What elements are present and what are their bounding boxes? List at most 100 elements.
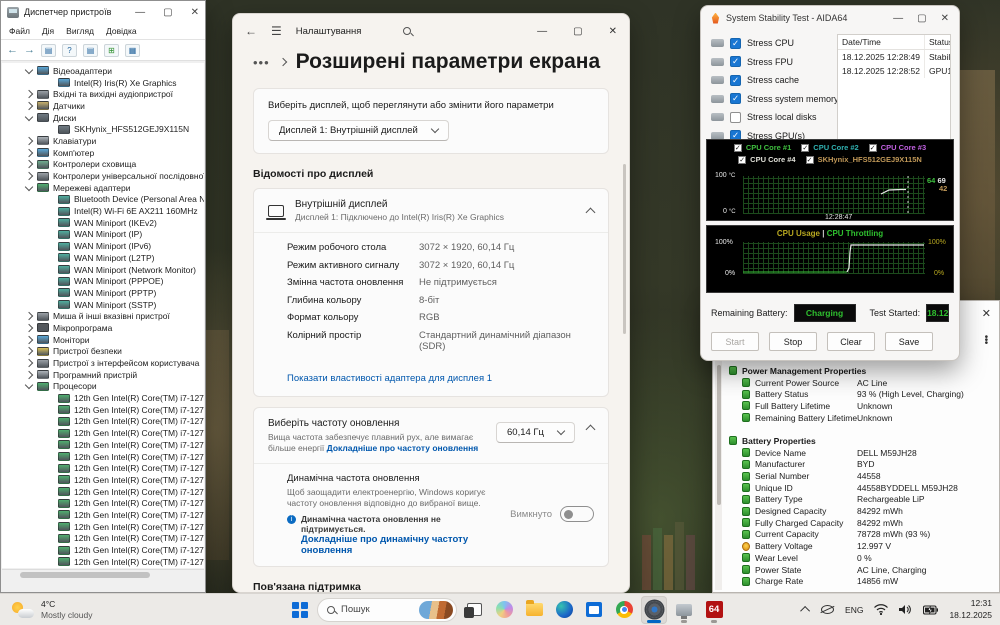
property-row[interactable]: Remaining Battery Lifetime Unknown: [729, 412, 969, 424]
stress-option[interactable]: ✓ Stress system memory: [711, 90, 839, 109]
checkbox-checked-icon[interactable]: ✓: [730, 93, 741, 105]
menu-item-вигляд[interactable]: Вигляд: [66, 26, 94, 36]
legend-item[interactable]: ✓ CPU Core #1: [733, 143, 791, 152]
tree-chevron-icon[interactable]: [24, 358, 34, 368]
tree-chevron-icon[interactable]: [24, 182, 34, 191]
tree-item[interactable]: WAN Miniport (SSTP): [2, 299, 204, 311]
tree-chevron-icon[interactable]: [24, 171, 34, 181]
tree-chevron-icon[interactable]: [24, 381, 34, 390]
property-row[interactable]: Current Power Source AC Line: [729, 377, 969, 389]
tree-item[interactable]: WAN Miniport (L2TP): [2, 252, 204, 264]
property-row[interactable]: Battery Voltage 12.997 V: [729, 540, 969, 552]
tree-item[interactable]: 12th Gen Intel(R) Core(TM) i7-12700H: [2, 509, 204, 521]
legend-item[interactable]: ✓ CPU Core #3: [868, 143, 926, 152]
volume-icon[interactable]: [899, 604, 912, 615]
tree-item[interactable]: 12th Gen Intel(R) Core(TM) i7-12700H: [2, 544, 204, 556]
tree-item[interactable]: 12th Gen Intel(R) Core(TM) i7-12700H: [2, 486, 204, 498]
tree-chevron-icon[interactable]: [24, 148, 34, 157]
dynamic-refresh-toggle[interactable]: [560, 506, 594, 523]
property-row[interactable]: Battery Status 93 % (High Level, Charging…: [729, 388, 969, 400]
checkbox-checked-icon[interactable]: ✓: [868, 143, 877, 152]
chevron-up-icon[interactable]: [585, 424, 596, 435]
help-icon[interactable]: ?: [62, 43, 77, 57]
edge-button[interactable]: [551, 596, 577, 624]
tree-item[interactable]: WAN Miniport (PPPOE): [2, 275, 204, 287]
tree-item[interactable]: 12th Gen Intel(R) Core(TM) i7-12700H: [2, 497, 204, 509]
property-row[interactable]: Battery Type Rechargeable LiP: [729, 494, 969, 506]
clock[interactable]: 12:31 18.12.2025: [949, 598, 992, 620]
tree-item[interactable]: 12th Gen Intel(R) Core(TM) i7-12700H: [2, 462, 204, 474]
forward-icon[interactable]: →: [24, 44, 35, 56]
tree-item[interactable]: 12th Gen Intel(R) Core(TM) i7-12700H: [2, 416, 204, 428]
stress-option[interactable]: ✓ Stress cache: [711, 71, 829, 90]
tree-chevron-icon[interactable]: [24, 323, 34, 333]
search-icon[interactable]: [403, 27, 412, 35]
stress-option[interactable]: Stress local disks: [711, 108, 829, 127]
checkbox-unchecked-icon[interactable]: [730, 111, 741, 123]
tree-chevron-icon[interactable]: [24, 65, 34, 75]
checkbox-checked-icon[interactable]: ✓: [805, 155, 814, 164]
tree-item[interactable]: WAN Miniport (Network Monitor): [2, 264, 204, 276]
back-icon[interactable]: ←: [245, 24, 257, 38]
tree-item[interactable]: 12th Gen Intel(R) Core(TM) i7-12700H: [2, 439, 204, 451]
property-row[interactable]: Charge Rate 14856 mW: [729, 575, 969, 587]
log-row[interactable]: 18.12.2025 12:28:49 Stability: [838, 50, 950, 64]
task-view-button[interactable]: [461, 596, 487, 624]
tree-item[interactable]: Комп'ютер: [2, 147, 204, 159]
help-topics-icon[interactable]: ▤: [41, 43, 56, 57]
close-icon[interactable]: ✕: [982, 307, 991, 320]
device-manager-button[interactable]: [671, 596, 697, 624]
tree-item[interactable]: 12th Gen Intel(R) Core(TM) i7-12700H: [2, 474, 204, 486]
tree-chevron-icon[interactable]: [24, 136, 34, 146]
property-row[interactable]: Manufacturer BYD: [729, 459, 969, 471]
maximize-icon[interactable]: ▢: [163, 7, 172, 18]
checkbox-checked-icon[interactable]: ✓: [738, 155, 747, 164]
property-row[interactable]: Unique ID 44558BYDDELL M59JH28: [729, 482, 969, 494]
minimize-icon[interactable]: —: [537, 26, 547, 37]
tree-chevron-icon[interactable]: [24, 89, 34, 99]
tree-chevron-icon[interactable]: [24, 312, 34, 321]
taskbar-weather-widget[interactable]: 4°C Mostly cloudy: [12, 599, 162, 620]
tree-item[interactable]: Клавіатури: [2, 135, 204, 147]
legend-item[interactable]: ✓ CPU Core #2: [801, 143, 859, 152]
tree-item[interactable]: 12th Gen Intel(R) Core(TM) i7-12700H: [2, 533, 204, 545]
save-button[interactable]: Save: [885, 332, 933, 351]
tree-item[interactable]: Мікропрограма: [2, 322, 204, 334]
tree-chevron-icon[interactable]: [24, 101, 34, 111]
tree-item[interactable]: Відеоадаптери: [2, 65, 204, 77]
dynamic-refresh-learn-link[interactable]: Докладніше про динамічну частоту оновлен…: [301, 534, 502, 556]
maximize-icon[interactable]: ▢: [917, 13, 926, 24]
properties-icon[interactable]: ▤: [83, 43, 98, 57]
chrome-button[interactable]: [611, 596, 637, 624]
battery-charging-icon[interactable]: [923, 604, 939, 615]
close-icon[interactable]: ✕: [609, 26, 617, 37]
property-row[interactable]: Fully Charged Capacity 84292 mWh: [729, 517, 969, 529]
close-icon[interactable]: ✕: [191, 7, 199, 18]
checkbox-checked-icon[interactable]: ✓: [733, 143, 742, 152]
file-explorer-button[interactable]: [521, 596, 547, 624]
tree-item[interactable]: WAN Miniport (PPTP): [2, 287, 204, 299]
hidden-icons-chevron[interactable]: [800, 605, 811, 616]
tree-item[interactable]: 12th Gen Intel(R) Core(TM) i7-12700H: [2, 427, 204, 439]
scan-hardware-icon[interactable]: ⊞: [104, 43, 119, 57]
tree-item[interactable]: Процесори: [2, 381, 204, 393]
tree-item[interactable]: Монітори: [2, 334, 204, 346]
property-row[interactable]: Serial Number 44558: [729, 470, 969, 482]
display-info-header[interactable]: Внутрішній дисплей Дисплей 1: Підключено…: [254, 189, 608, 232]
hamburger-menu-icon[interactable]: ☰: [271, 24, 282, 38]
minimize-icon[interactable]: —: [893, 13, 903, 24]
property-row[interactable]: Full Battery Lifetime Unknown: [729, 400, 969, 412]
tree-chevron-icon[interactable]: [24, 335, 34, 344]
search-box[interactable]: Пошук: [317, 597, 457, 622]
eye-off-icon[interactable]: [821, 605, 835, 614]
tree-item[interactable]: WAN Miniport (IKEv2): [2, 217, 204, 229]
tree-chevron-icon[interactable]: [24, 370, 34, 379]
checkbox-checked-icon[interactable]: ✓: [730, 56, 741, 68]
copilot-button[interactable]: [491, 596, 517, 624]
refresh-rate-dropdown[interactable]: 60,14 Гц: [496, 422, 575, 443]
kebab-menu-icon[interactable]: • • •: [985, 333, 989, 349]
tree-item[interactable]: Контролери універсальної послідовної ши: [2, 170, 204, 182]
tree-item[interactable]: Диски: [2, 112, 204, 124]
property-row[interactable]: Designed Capacity 84292 mWh: [729, 505, 969, 517]
tree-chevron-icon[interactable]: [24, 160, 34, 169]
